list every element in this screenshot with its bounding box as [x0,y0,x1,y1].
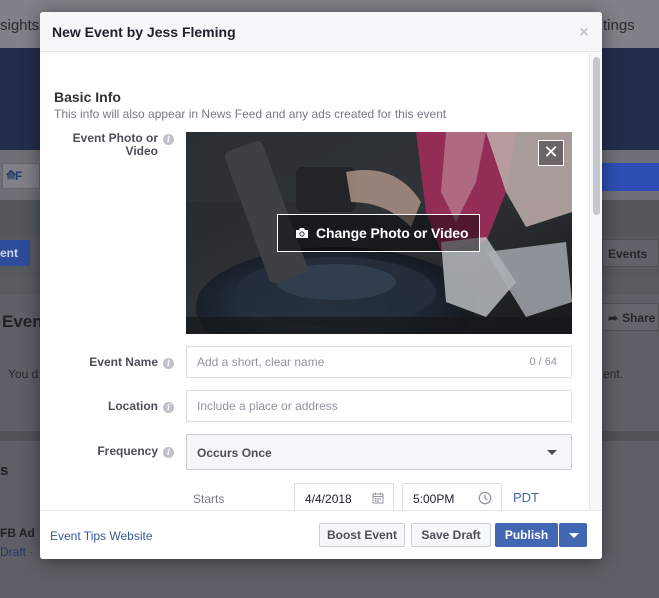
settings-tab[interactable]: tings [603,17,635,34]
event-name-placeholder: Add a short, clear name [197,355,325,369]
close-icon[interactable]: × [576,22,592,42]
create-event-button[interactable]: ent [0,240,30,266]
blue-action-bar [600,163,659,191]
event-name-label: Event Name i [54,356,174,369]
location-label-text: Location [108,399,158,413]
calendar-icon[interactable] [372,492,384,504]
basic-info-title: Basic Info [54,89,121,105]
location-placeholder: Include a place or address [197,399,338,413]
dialog-header: New Event by Jess Fleming × [40,12,602,52]
starts-label: Starts [193,492,225,506]
dialog-footer: Event Tips Website Boost Event Save Draf… [40,510,602,559]
dialog-title: New Event by Jess Fleming [52,24,236,40]
remove-photo-icon[interactable]: ✕ [538,140,564,166]
frequency-label-text: Frequency [97,444,158,458]
event-photo: ✕ Change Photo or Video [186,132,572,334]
events-empty-text-end: ent. [603,367,624,381]
event-name-counter: 0 / 64 [529,356,557,368]
rss-icon: ⟰ [6,168,17,182]
start-time-input[interactable]: 5:00PM [402,483,502,510]
draft-title[interactable]: FB Ad [0,526,35,540]
share-button[interactable]: ➦ Share [601,303,659,331]
chevron-down-icon [547,450,557,455]
frequency-label: Frequency i [54,445,174,458]
publish-button[interactable]: Publish [495,523,558,547]
scrollbar-thumb[interactable] [593,57,600,215]
frequency-select[interactable]: Occurs Once [186,434,572,470]
basic-info-subtitle: This info will also appear in News Feed … [54,107,447,121]
share-label: Share [622,311,656,325]
draft-status: Draft · [0,545,34,559]
save-draft-button[interactable]: Save Draft [411,523,491,547]
insights-tab[interactable]: sights [0,17,39,34]
info-icon[interactable]: i [163,358,174,369]
event-photo-label-line1: Event Photo or [72,131,158,145]
events-empty-text: You d [8,367,39,381]
publish-options-button[interactable] [559,523,587,547]
feed-filter-button[interactable]: ⟰ F [2,163,40,189]
start-time-value: 5:00PM [413,492,455,506]
event-photo-label: Event Photo or i Video [54,132,174,157]
scrollbar[interactable] [589,53,602,510]
feed-filter-label: F [15,169,23,183]
timezone-link[interactable]: PDT [513,490,539,505]
past-events-button[interactable]: Events [602,239,659,267]
change-photo-button[interactable]: Change Photo or Video [277,214,480,252]
event-name-label-text: Event Name [89,355,158,369]
dialog-body: Basic Info This info will also appear in… [40,53,602,510]
event-name-input[interactable]: Add a short, clear name 0 / 64 [186,346,572,378]
share-icon: ➦ [608,311,619,325]
location-label: Location i [54,400,174,413]
info-icon[interactable]: i [163,402,174,413]
start-date-input[interactable]: 4/4/2018 [294,483,394,510]
event-tips-link[interactable]: Event Tips Website [50,529,153,543]
chevron-down-icon [569,533,579,538]
info-icon[interactable]: i [163,134,174,145]
new-event-dialog: New Event by Jess Fleming × Basic Info T… [40,12,602,559]
info-icon[interactable]: i [163,447,174,458]
start-date-value: 4/4/2018 [305,492,352,506]
event-photo-label-line2: Video [125,144,158,158]
boost-event-button[interactable]: Boost Event [319,523,405,547]
frequency-value: Occurs Once [197,446,272,460]
location-input[interactable]: Include a place or address [186,390,572,422]
camera-icon [296,228,308,238]
change-photo-label: Change Photo or Video [316,225,469,241]
clock-icon[interactable] [478,491,492,505]
drafts-heading: s [0,462,9,479]
